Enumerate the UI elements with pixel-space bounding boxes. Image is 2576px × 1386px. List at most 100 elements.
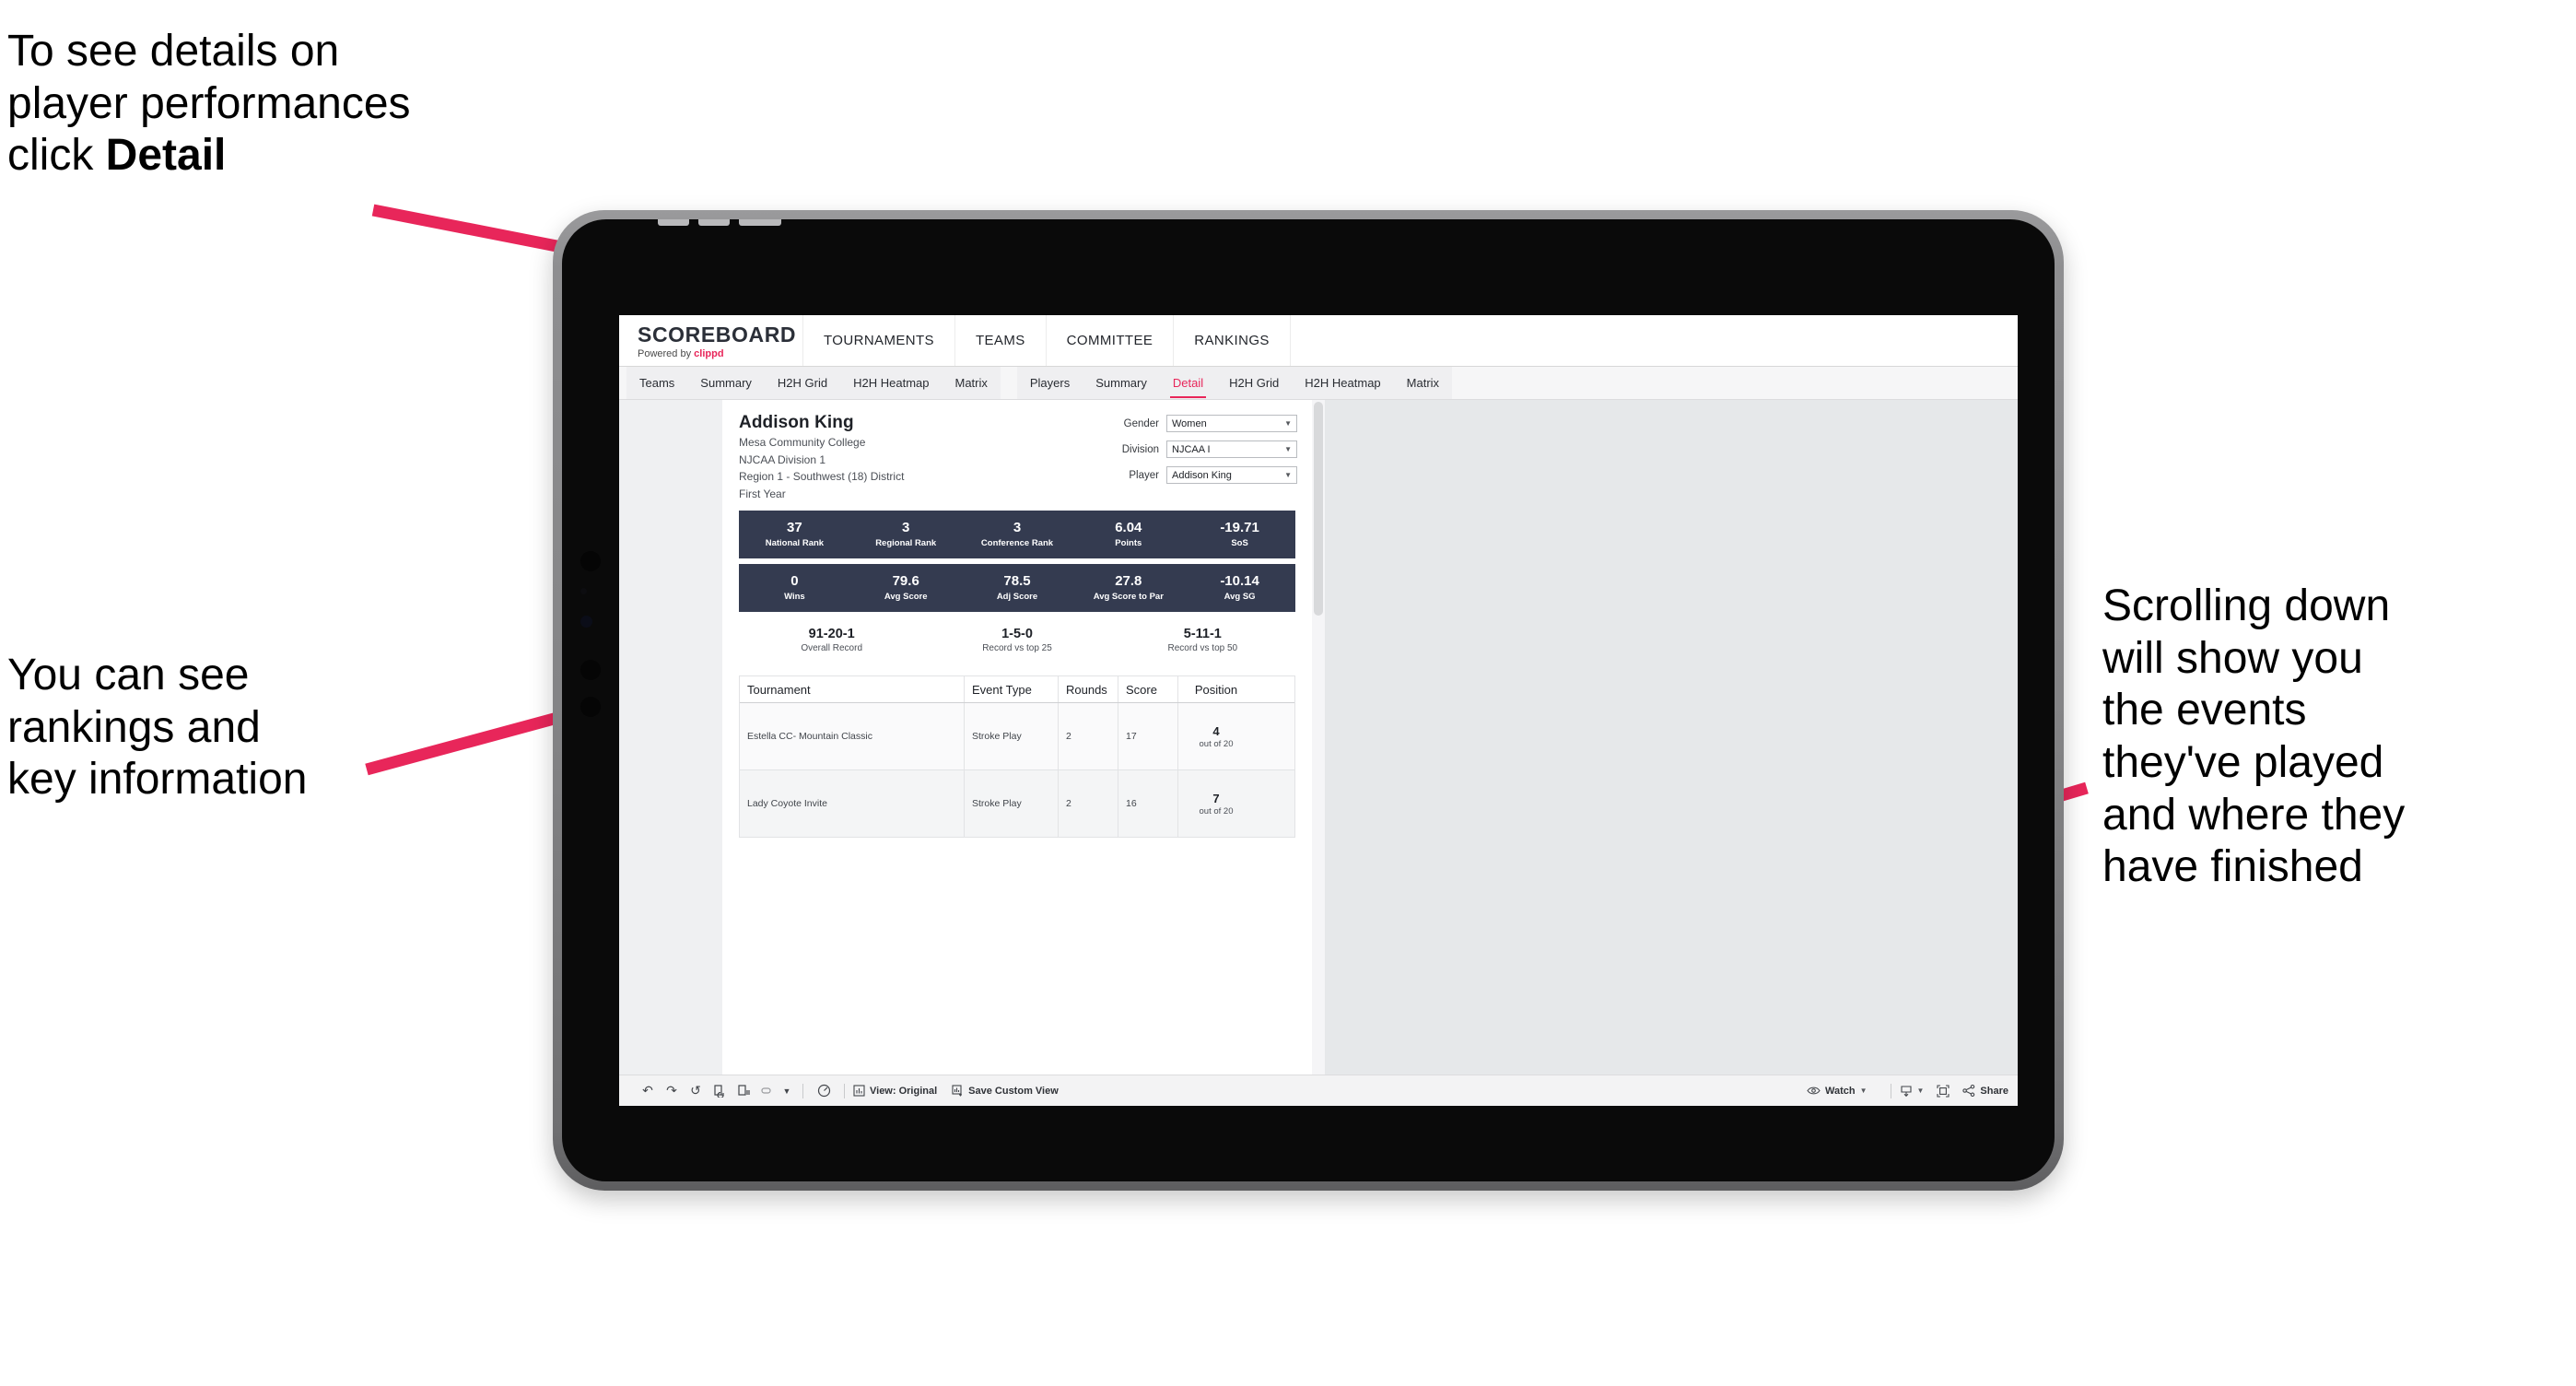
tablet-screen: SCOREBOARD Powered by clippd TOURNAMENTS…	[619, 315, 2018, 1106]
tab-teams-h2h-heatmap[interactable]: H2H Heatmap	[840, 367, 942, 399]
save-custom-view-label: Save Custom View	[968, 1085, 1059, 1097]
stat-value: 0	[790, 573, 799, 590]
table-row[interactable]: Estella CC- Mountain Classic Stroke Play…	[740, 703, 1294, 771]
save-custom-view-button[interactable]: Save Custom View	[952, 1085, 1059, 1097]
stat-value: 78.5	[1003, 573, 1031, 590]
record-vs-top-50: 5-11-1 Record vs top 50	[1110, 627, 1295, 653]
chevron-down-icon: ▼	[1284, 419, 1292, 428]
column-header-rounds[interactable]: Rounds	[1059, 676, 1118, 703]
watch-button[interactable]: Watch ▼	[1807, 1086, 1868, 1097]
pause-data-icon[interactable]	[732, 1084, 755, 1098]
stat-national-rank: 37 National Rank	[739, 521, 850, 548]
tab-players-h2h-heatmap[interactable]: H2H Heatmap	[1292, 367, 1393, 399]
filter-gender-value: Women	[1172, 417, 1207, 429]
players-tab-group: Players Summary Detail H2H Grid H2H Heat…	[1016, 367, 1453, 399]
filter-division-row: Division NJCAA I ▼	[1083, 440, 1297, 458]
chevron-down-icon[interactable]: ▼	[779, 1086, 794, 1096]
tab-teams-matrix[interactable]: Matrix	[942, 367, 1000, 399]
tab-teams[interactable]: Teams	[626, 367, 687, 399]
volume-button-up	[658, 219, 689, 226]
stat-avg-score-to-par: 27.8 Avg Score to Par	[1072, 574, 1184, 602]
record-value: 1-5-0	[1001, 627, 1033, 642]
tablet-device: SCOREBOARD Powered by clippd TOURNAMENTS…	[553, 210, 2064, 1191]
records-row: 91-20-1 Overall Record 1-5-0 Record vs t…	[739, 627, 1295, 653]
sensor-dot-3	[580, 660, 601, 680]
filter-gender-row: Gender Women ▼	[1083, 415, 1297, 432]
nav-rankings[interactable]: RANKINGS	[1174, 315, 1291, 366]
share-label: Share	[1980, 1085, 2008, 1097]
column-header-position[interactable]: Position	[1178, 676, 1254, 702]
tournament-table: Tournament Event Type Rounds Score Posit…	[739, 675, 1295, 839]
tab-players-summary[interactable]: Summary	[1083, 367, 1160, 399]
stat-avg-sg: -10.14 Avg SG	[1184, 574, 1295, 602]
view-original-button[interactable]: View: Original	[853, 1085, 937, 1097]
nav-teams[interactable]: TEAMS	[955, 315, 1047, 366]
stat-avg-score: 79.6 Avg Score	[850, 574, 962, 602]
primary-nav: TOURNAMENTS TEAMS COMMITTEE RANKINGS	[803, 315, 1291, 366]
stat-value: 37	[787, 520, 802, 536]
tab-players[interactable]: Players	[1017, 367, 1083, 399]
stat-value: 27.8	[1115, 573, 1142, 590]
secondary-tab-bar: Teams Summary H2H Grid H2H Heatmap Matri…	[619, 367, 2018, 400]
redo-icon[interactable]: ↷	[660, 1083, 684, 1098]
record-label: Record vs top 25	[982, 643, 1052, 654]
cell-score: 17	[1118, 703, 1178, 770]
cell-tournament: Estella CC- Mountain Classic	[740, 703, 965, 770]
fullscreen-icon[interactable]	[1931, 1084, 1955, 1098]
left-gutter	[619, 400, 722, 1075]
download-button[interactable]: ▼	[1900, 1085, 1925, 1098]
tab-players-detail[interactable]: Detail	[1160, 367, 1216, 399]
column-header-tournament[interactable]: Tournament	[740, 676, 965, 703]
filter-panel: Gender Women ▼ Division NJCAA I ▼ Player…	[1083, 415, 1297, 492]
stat-label: SoS	[1231, 538, 1248, 549]
filter-division-label: Division	[1121, 443, 1159, 455]
filter-division-value: NJCAA I	[1172, 443, 1211, 455]
tab-teams-summary[interactable]: Summary	[687, 367, 765, 399]
device-layout-icon[interactable]	[755, 1086, 779, 1097]
filter-player-select[interactable]: Addison King ▼	[1166, 466, 1297, 484]
vertical-scrollbar[interactable]	[1312, 400, 1325, 1075]
slide-canvas: To see details on player performances cl…	[0, 0, 2576, 1386]
callout-detail: To see details on player performances cl…	[7, 26, 634, 182]
column-header-score[interactable]: Score	[1118, 676, 1178, 703]
refresh-data-icon[interactable]	[708, 1084, 732, 1098]
filter-gender-select[interactable]: Women ▼	[1166, 415, 1297, 432]
column-header-event-type[interactable]: Event Type	[965, 676, 1059, 703]
watch-label: Watch	[1824, 1085, 1856, 1097]
stat-label: National Rank	[765, 538, 825, 549]
header-spacer	[1291, 315, 2018, 366]
pause-auto-update-icon[interactable]	[812, 1084, 836, 1098]
tab-players-matrix[interactable]: Matrix	[1394, 367, 1452, 399]
tab-players-h2h-grid[interactable]: H2H Grid	[1216, 367, 1292, 399]
tab-teams-h2h-grid[interactable]: H2H Grid	[765, 367, 840, 399]
stat-points: 6.04 Points	[1072, 521, 1184, 548]
undo-icon[interactable]: ↶	[636, 1083, 660, 1098]
view-original-label: View: Original	[870, 1085, 938, 1097]
scrollbar-thumb[interactable]	[1314, 402, 1323, 616]
stat-value: -19.71	[1220, 520, 1259, 536]
tablet-bezel: SCOREBOARD Powered by clippd TOURNAMENTS…	[562, 219, 2055, 1181]
sensor-dot-4	[580, 697, 601, 717]
table-row[interactable]: Lady Coyote Invite Stroke Play 2 16 7 ou…	[740, 770, 1294, 839]
record-vs-top-25: 1-5-0 Record vs top 25	[924, 627, 1109, 653]
cell-event-type: Stroke Play	[965, 770, 1059, 838]
position-number: 4	[1212, 723, 1220, 738]
chevron-down-icon: ▼	[1916, 1086, 1925, 1095]
teams-tab-group: Teams Summary H2H Grid H2H Heatmap Matri…	[626, 367, 1001, 399]
cell-rounds: 2	[1059, 703, 1118, 770]
nav-tournaments[interactable]: TOURNAMENTS	[803, 315, 955, 366]
share-button[interactable]: Share	[1962, 1085, 2008, 1097]
revert-icon[interactable]: ↺	[684, 1083, 708, 1098]
callout-detail-bold: Detail	[105, 131, 227, 181]
cell-event-type: Stroke Play	[965, 703, 1059, 770]
nav-committee[interactable]: COMMITTEE	[1047, 315, 1175, 366]
stat-label: Regional Rank	[875, 538, 937, 549]
stat-value: 6.04	[1115, 520, 1142, 536]
brand-subtitle: Powered by clippd	[638, 348, 802, 359]
brand-logo[interactable]: SCOREBOARD Powered by clippd	[619, 315, 803, 366]
cell-rounds: 2	[1059, 770, 1118, 838]
filter-division-select[interactable]: NJCAA I ▼	[1166, 440, 1297, 458]
stat-sos: -19.71 SoS	[1184, 521, 1295, 548]
dashboard-body: Addison King Mesa Community College NJCA…	[619, 400, 2018, 1075]
chevron-down-icon: ▼	[1284, 471, 1292, 479]
